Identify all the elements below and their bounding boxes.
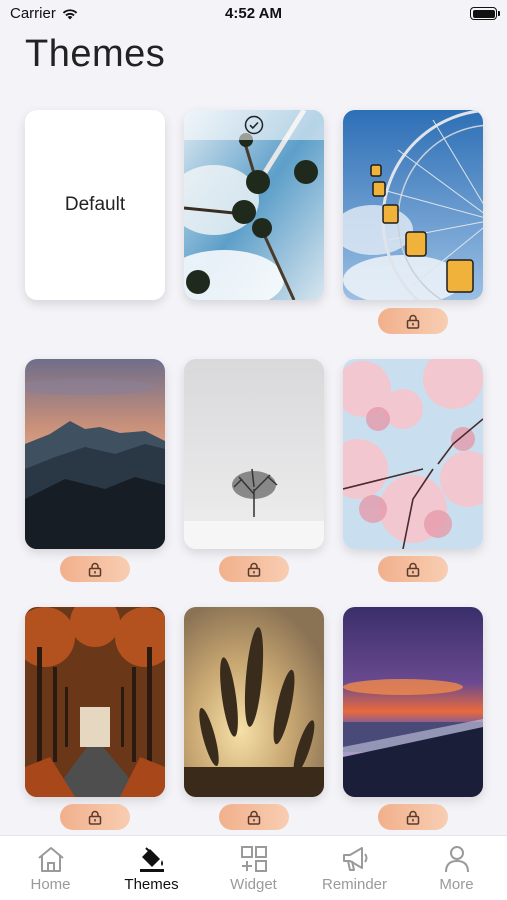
tab-label: Reminder [321, 876, 388, 893]
tab-label: Themes [124, 876, 179, 893]
widget-icon [240, 846, 267, 872]
paint-bucket-icon [139, 847, 164, 872]
megaphone-icon [342, 847, 367, 871]
wheat-sunset-image [184, 607, 324, 797]
theme-card-label: Default [64, 194, 126, 215]
tab-label: Widget [230, 876, 277, 893]
lock-icon [88, 810, 102, 825]
theme-card-palm-trees[interactable] [184, 110, 324, 300]
ferris-wheel-image [343, 110, 483, 300]
locked-badge[interactable] [378, 804, 448, 830]
cherry-blossom-image [343, 359, 483, 549]
locked-badge[interactable] [378, 556, 448, 582]
lock-icon [406, 314, 420, 329]
theme-card-wheat-sunset[interactable] [184, 607, 324, 797]
locked-badge[interactable] [60, 556, 130, 582]
tab-widget[interactable]: Widget [203, 836, 304, 900]
theme-card-default[interactable]: Default [25, 110, 165, 300]
person-icon [444, 846, 469, 873]
home-icon [37, 847, 64, 872]
lock-icon [88, 562, 102, 577]
tab-themes[interactable]: Themes [101, 836, 202, 900]
theme-card-mountains-dusk[interactable] [25, 359, 165, 549]
tab-label: More [439, 876, 474, 893]
theme-card-ferris-wheel[interactable] [343, 110, 483, 300]
mountains-dusk-image [25, 359, 165, 549]
locked-badge[interactable] [60, 804, 130, 830]
tab-reminder[interactable]: Reminder [304, 836, 405, 900]
theme-card-autumn-path[interactable] [25, 607, 165, 797]
tab-more[interactable]: More [406, 836, 507, 900]
theme-card-cherry-blossom[interactable] [343, 359, 483, 549]
theme-card-lone-tree-snow[interactable] [184, 359, 324, 549]
tab-bar: Home Themes Widget Reminder More [0, 835, 507, 900]
lock-icon [247, 810, 261, 825]
lone-tree-snow-image [184, 359, 324, 549]
locked-badge[interactable] [378, 308, 448, 334]
autumn-path-image [25, 607, 165, 797]
lock-icon [406, 562, 420, 577]
theme-card-beach-sunset[interactable] [343, 607, 483, 797]
lock-icon [247, 562, 261, 577]
tab-home[interactable]: Home [0, 836, 101, 900]
tab-label: Home [30, 876, 71, 893]
selected-indicator [184, 110, 324, 140]
themes-grid: Default [0, 0, 507, 835]
locked-badge[interactable] [219, 804, 289, 830]
lock-icon [406, 810, 420, 825]
beach-sunset-image [343, 607, 483, 797]
checkmark-circle-icon [244, 115, 264, 135]
locked-badge[interactable] [219, 556, 289, 582]
